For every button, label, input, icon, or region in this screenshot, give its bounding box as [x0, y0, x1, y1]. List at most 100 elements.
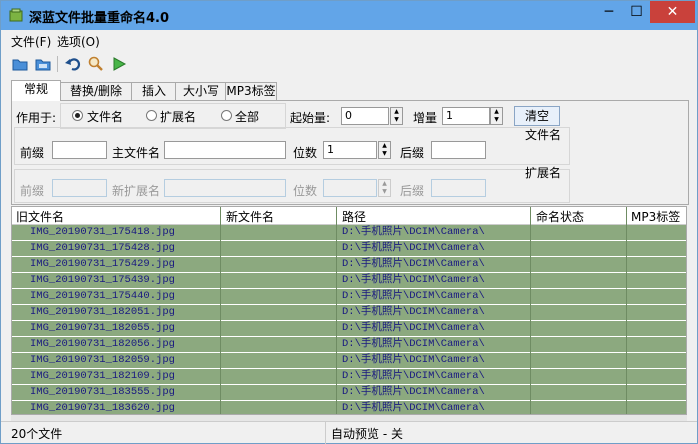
start-label: 起始量:: [290, 111, 331, 125]
table-row[interactable]: IMG_20190731_182056.jpg D:\手机照片\DCIM\Came…: [12, 337, 686, 352]
column-separator: [220, 207, 221, 414]
table-row[interactable]: IMG_20190731_183620.jpg D:\手机照片\DCIM\Came…: [12, 401, 686, 414]
new-ext-input: [164, 179, 286, 197]
filename-group-title: 文件名: [525, 128, 562, 142]
status-bar: 20个文件 自动预览 - 关: [1, 421, 697, 444]
add-folder-icon[interactable]: [34, 55, 52, 73]
cell-path: D:\手机照片\DCIM\Camera\: [342, 402, 485, 414]
tab-insert[interactable]: 插入: [131, 82, 177, 100]
toolbar: [1, 52, 697, 76]
add-files-icon[interactable]: [11, 55, 29, 73]
start-spinner[interactable]: ▲ ▼: [390, 107, 403, 125]
file-list[interactable]: 旧文件名 新文件名 路径 命名状态 MP3标签 IMG_20190731_175…: [11, 206, 687, 415]
table-row[interactable]: IMG_20190731_182059.jpg D:\手机照片\DCIM\Came…: [12, 353, 686, 368]
cell-path: D:\手机照片\DCIM\Camera\: [342, 290, 485, 302]
radio-extension[interactable]: [146, 110, 157, 121]
close-button[interactable]: ✕: [650, 1, 695, 23]
title-bar[interactable]: 深蓝文件批量重命名4.0 ─ ☐ ✕: [1, 1, 697, 30]
increment-input[interactable]: 1: [442, 107, 490, 125]
table-row[interactable]: IMG_20190731_182051.jpg D:\手机照片\DCIM\Came…: [12, 305, 686, 320]
table-row[interactable]: IMG_20190731_175440.jpg D:\手机照片\DCIM\Came…: [12, 289, 686, 304]
search-icon[interactable]: [87, 55, 105, 73]
run-icon[interactable]: [110, 55, 128, 73]
cell-old: IMG_20190731_182056.jpg: [30, 338, 175, 350]
ext-prefix-label: 前缀: [20, 184, 45, 198]
tab-case[interactable]: 大小写: [175, 82, 227, 100]
cell-old: IMG_20190731_175418.jpg: [30, 226, 175, 238]
col-new-name[interactable]: 新文件名: [226, 208, 274, 225]
cell-old: IMG_20190731_175440.jpg: [30, 290, 175, 302]
cell-old: IMG_20190731_183555.jpg: [30, 386, 175, 398]
apply-to-label: 作用于:: [16, 111, 57, 125]
file-list-header: 旧文件名 新文件名 路径 命名状态 MP3标签: [12, 207, 686, 225]
radio-filename[interactable]: [72, 110, 83, 121]
cell-path: D:\手机照片\DCIM\Camera\: [342, 386, 485, 398]
column-separator: [626, 207, 627, 414]
cell-path: D:\手机照片\DCIM\Camera\: [342, 338, 485, 350]
ext-prefix-input: [52, 179, 107, 197]
radio-all-label: 全部: [235, 110, 260, 124]
suffix-input[interactable]: [431, 141, 486, 159]
cell-path: D:\手机照片\DCIM\Camera\: [342, 370, 485, 382]
prefix-label: 前缀: [20, 146, 45, 160]
table-row[interactable]: IMG_20190731_182109.jpg D:\手机照片\DCIM\Came…: [12, 369, 686, 384]
table-row[interactable]: IMG_20190731_182055.jpg D:\手机照片\DCIM\Came…: [12, 321, 686, 336]
general-panel: 作用于: 文件名 扩展名 全部 起始量: 0 ▲ ▼ 增量 1 ▲ ▼ 清空 文件名…: [11, 100, 689, 205]
ext-digits-input: [323, 179, 377, 197]
column-separator: [530, 207, 531, 414]
extension-group-title: 扩展名: [525, 166, 562, 180]
table-row[interactable]: IMG_20190731_175428.jpg D:\手机照片\DCIM\Came…: [12, 241, 686, 256]
digits-spinner[interactable]: ▲ ▼: [378, 141, 391, 159]
ext-suffix-input: [431, 179, 486, 197]
cell-old: IMG_20190731_175429.jpg: [30, 258, 175, 270]
tab-mp3-tag[interactable]: MP3标签: [225, 82, 277, 100]
column-separator: [336, 207, 337, 414]
cell-path: D:\手机照片\DCIM\Camera\: [342, 306, 485, 318]
cell-path: D:\手机照片\DCIM\Camera\: [342, 226, 485, 238]
main-name-input[interactable]: [164, 141, 286, 159]
col-old-name[interactable]: 旧文件名: [16, 208, 64, 225]
cell-old: IMG_20190731_182055.jpg: [30, 322, 175, 334]
menu-bar: 文件(F) 选项(O): [1, 31, 697, 51]
col-mp3-tag[interactable]: MP3标签: [631, 208, 680, 225]
table-row[interactable]: IMG_20190731_175439.jpg D:\手机照片\DCIM\Came…: [12, 273, 686, 288]
table-row[interactable]: IMG_20190731_183555.jpg D:\手机照片\DCIM\Came…: [12, 385, 686, 400]
start-input[interactable]: 0: [341, 107, 389, 125]
table-row[interactable]: IMG_20190731_175429.jpg D:\手机照片\DCIM\Came…: [12, 257, 686, 272]
maximize-button[interactable]: ☐: [623, 1, 650, 23]
increment-label: 增量: [413, 111, 438, 125]
menu-file[interactable]: 文件(F): [11, 33, 51, 50]
radio-all[interactable]: [221, 110, 232, 121]
clear-button[interactable]: 清空: [514, 106, 560, 126]
suffix-label: 后缀: [400, 146, 425, 160]
increment-spinner[interactable]: ▲ ▼: [490, 107, 503, 125]
cell-path: D:\手机照片\DCIM\Camera\: [342, 242, 485, 254]
digits-input[interactable]: 1: [323, 141, 377, 159]
table-row[interactable]: IMG_20190731_175418.jpg D:\手机照片\DCIM\Came…: [12, 225, 686, 240]
ext-digits-label: 位数: [293, 184, 318, 198]
col-status[interactable]: 命名状态: [536, 208, 584, 225]
col-path[interactable]: 路径: [342, 208, 366, 225]
menu-options[interactable]: 选项(O): [57, 33, 100, 50]
cell-old: IMG_20190731_182109.jpg: [30, 370, 175, 382]
cell-old: IMG_20190731_175428.jpg: [30, 242, 175, 254]
tab-general[interactable]: 常规: [11, 80, 61, 101]
main-name-label: 主文件名: [112, 146, 161, 160]
cell-old: IMG_20190731_182051.jpg: [30, 306, 175, 318]
window-title: 深蓝文件批量重命名4.0: [29, 11, 170, 26]
tab-replace-delete[interactable]: 替换/删除: [59, 82, 133, 100]
radio-filename-label: 文件名: [87, 110, 124, 124]
app-window: 深蓝文件批量重命名4.0 ─ ☐ ✕ 文件(F) 选项(O) 常规 替换/删除 …: [0, 0, 698, 444]
cell-path: D:\手机照片\DCIM\Camera\: [342, 354, 485, 366]
undo-icon[interactable]: [64, 55, 82, 73]
auto-preview-status: 自动预览 - 关: [331, 427, 403, 441]
cell-old: IMG_20190731_175439.jpg: [30, 274, 175, 286]
new-ext-label: 新扩展名: [112, 184, 161, 198]
cell-old: IMG_20190731_183620.jpg: [30, 402, 175, 414]
cell-path: D:\手机照片\DCIM\Camera\: [342, 322, 485, 334]
cell-path: D:\手机照片\DCIM\Camera\: [342, 258, 485, 270]
cell-old: IMG_20190731_182059.jpg: [30, 354, 175, 366]
toolbar-divider: [57, 56, 58, 72]
prefix-input[interactable]: [52, 141, 107, 159]
minimize-button[interactable]: ─: [595, 1, 623, 23]
